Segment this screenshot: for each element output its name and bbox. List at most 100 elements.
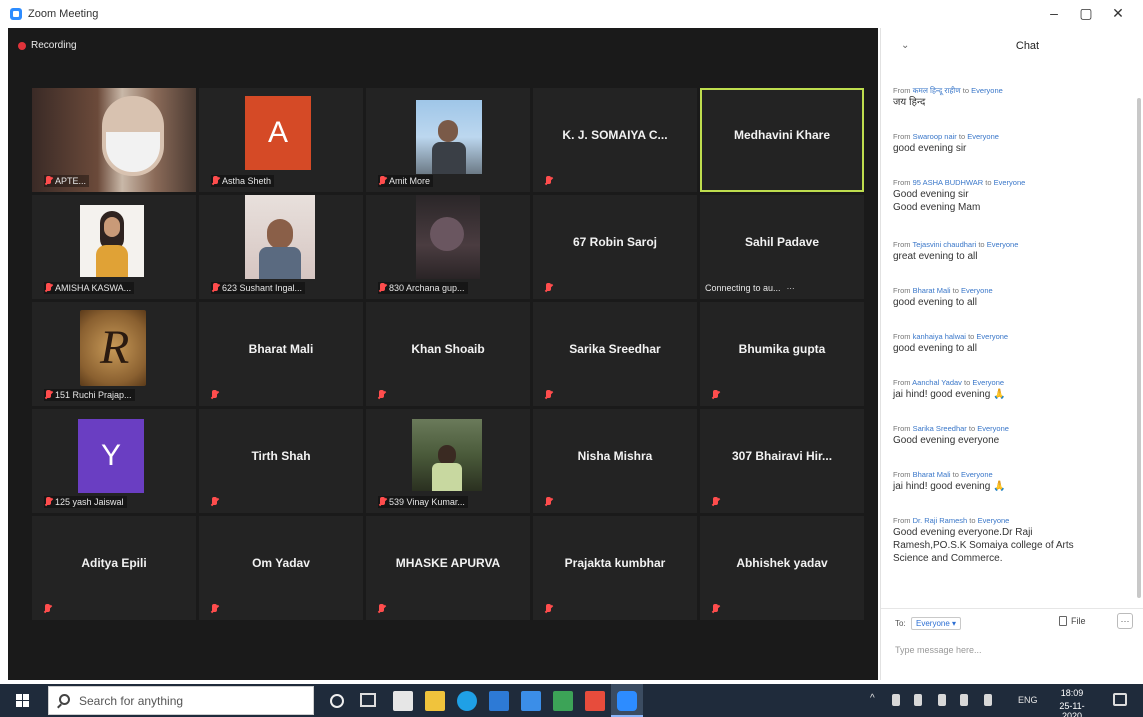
more-options-button[interactable]: ··· [1117,613,1133,629]
recording-indicator[interactable]: Recording [18,40,77,51]
participant-tile[interactable]: 67 Robin Saroj [533,195,697,299]
chat-message-input[interactable] [895,641,1127,659]
zoom-icon [617,691,637,711]
participant-video: R [80,310,146,386]
mic-muted-icon [379,497,386,507]
chat-recipient: Everyone [976,332,1009,341]
participant-tile[interactable]: Y 125 yash Jaiswal [32,409,196,513]
app-icon[interactable] [585,691,605,711]
mail-icon[interactable] [489,691,509,711]
participant-caption: 151 Ruchi Prajap... [44,389,135,401]
participant-name: K. J. SOMAIYA C... [562,128,668,142]
participant-tile[interactable]: 539 Vinay Kumar... [366,409,530,513]
participant-name: 539 Vinay Kumar... [389,497,465,507]
participant-tile[interactable]: 830 Archana gup... [366,195,530,299]
participant-tile[interactable]: Amit More [366,88,530,192]
participant-tile-active-speaker[interactable]: Medhavini Khare [700,88,864,192]
app-icon[interactable] [521,691,541,711]
chat-recipient: Everyone [993,178,1026,187]
task-view-icon[interactable] [360,693,376,707]
participant-tile[interactable]: Sahil Padave Connecting to au... ⋯ [700,195,864,299]
mic-muted-icon [212,283,219,293]
maximize-button[interactable]: ▢ [1072,2,1100,24]
mic-muted-icon [44,604,51,614]
chat-message: From 95 ASHA BUDHWAR to Everyone Good ev… [893,178,1131,214]
chat-text: great evening to all [893,251,978,262]
file-button[interactable]: File [1059,616,1086,626]
mic-muted-icon [545,497,552,507]
participant-tile[interactable]: MHASKE APURVA [366,516,530,620]
minimize-button[interactable]: – [1040,2,1068,24]
participant-name: 125 yash Jaiswal [55,497,124,507]
participant-tile[interactable]: R 151 Ruchi Prajap... [32,302,196,406]
file-label: File [1071,616,1086,626]
close-button[interactable]: ✕ [1104,2,1132,24]
participant-caption: APTE... [44,175,90,187]
clock-time[interactable]: 18:09 [1050,688,1094,698]
participant-tile[interactable]: Tirth Shah [199,409,363,513]
cloud-icon[interactable] [984,694,992,706]
chat-sender: कमल हिन्दू राहीण [912,86,961,95]
cortana-icon[interactable] [330,694,344,708]
language-indicator[interactable]: ENG [1018,695,1038,705]
participant-caption: 623 Sushant Ingal... [211,282,306,294]
recording-label: Recording [31,40,77,51]
chat-message-list[interactable]: From कमल हिन्दू राहीण to Everyone जय हिन… [881,68,1131,613]
wifi-icon[interactable] [938,694,946,706]
window-titlebar: Zoom Meeting – ▢ ✕ [0,0,1143,28]
participant-tile[interactable]: Prajakta kumbhar [533,516,697,620]
chat-text: Ramesh,PO.S.K Somaiya college of Arts [893,540,1074,551]
participant-tile[interactable]: Bharat Mali [199,302,363,406]
participant-tile[interactable]: 307 Bhairavi Hir... [700,409,864,513]
chat-text: Good evening everyone [893,435,1000,446]
participant-name: Khan Shoaib [411,342,485,356]
participant-tile[interactable]: 623 Sushant Ingal... [199,195,363,299]
chat-recipient-select[interactable]: Everyone ▾ [911,617,962,630]
participant-tile[interactable]: Aditya Epili [32,516,196,620]
edge-browser-icon[interactable] [457,691,477,711]
participant-name: Aditya Epili [81,556,147,570]
participant-tile[interactable]: Abhishek yadav [700,516,864,620]
app-icon[interactable] [553,691,573,711]
participant-tile[interactable]: Sarika Sreedhar [533,302,697,406]
network-icon[interactable] [892,694,900,706]
participant-name: Tirth Shah [251,449,311,463]
participant-status: Connecting to au... ⋯ [704,282,798,294]
participant-name: Bharat Mali [248,342,314,356]
participant-name: Bhumika gupta [738,342,826,356]
zoom-taskbar-button[interactable] [611,684,643,717]
participant-tile[interactable]: K. J. SOMAIYA C... [533,88,697,192]
chat-scrollbar[interactable] [1137,98,1141,598]
window-title: Zoom Meeting [28,8,99,20]
clock-date[interactable]: 25-11-2020 [1050,701,1094,717]
participant-tile[interactable]: Om Yadav [199,516,363,620]
file-explorer-icon[interactable] [425,691,445,711]
chat-text: Good evening everyone.Dr Raji [893,527,1033,538]
participant-tile[interactable]: Nisha Mishra [533,409,697,513]
participant-tile[interactable]: A Astha Sheth [199,88,363,192]
participant-name: Abhishek yadav [736,556,828,570]
notification-icon[interactable] [1113,693,1127,706]
mic-muted-icon [212,176,219,186]
chat-message: From Sarika Sreedhar to Everyone Good ev… [893,424,1131,447]
tray-chevron-icon[interactable]: ^ [870,693,875,704]
mic-muted-icon [45,176,52,186]
chat-recipient: Everyone [967,132,999,141]
chat-recipient: Everyone [972,378,1005,387]
chat-recipient: Everyone [960,286,993,295]
pen-icon[interactable] [914,694,922,706]
windows-start-icon[interactable] [16,694,29,707]
chat-recipient: Everyone [977,516,1010,525]
volume-icon[interactable] [960,694,968,706]
participant-name: Sarika Sreedhar [569,342,661,356]
participant-tile[interactable]: Bhumika gupta [700,302,864,406]
participant-tile[interactable]: APTE... [32,88,196,192]
store-icon[interactable] [393,691,413,711]
participant-name: Sahil Padave [744,235,820,249]
participant-tile[interactable]: Khan Shoaib [366,302,530,406]
recording-dot-icon [18,41,26,50]
participant-caption: AMISHA KASWA... [44,282,135,294]
taskbar-search-input[interactable] [79,694,299,708]
participant-tile[interactable]: AMISHA KASWA... [32,195,196,299]
taskbar-search-box[interactable] [48,686,314,715]
